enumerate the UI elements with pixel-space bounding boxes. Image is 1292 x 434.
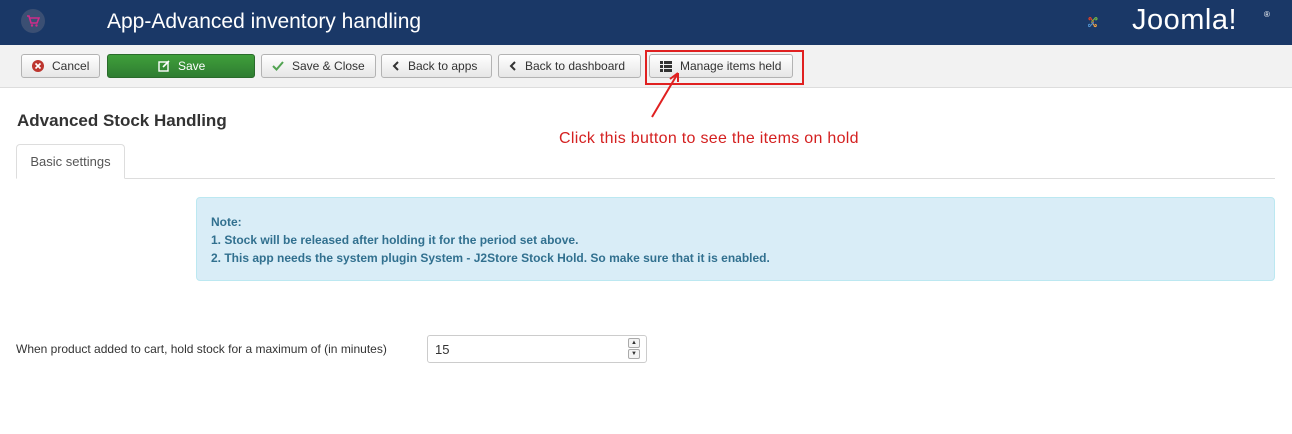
edit-icon: [158, 60, 170, 72]
hold-minutes-label: When product added to cart, hold stock f…: [16, 342, 387, 356]
note-title: Note:: [211, 215, 242, 229]
chevron-left-icon: [392, 61, 400, 71]
number-spinner: ▲ ▼: [628, 338, 640, 360]
hold-minutes-value: 15: [435, 341, 450, 357]
cancel-icon: [32, 60, 44, 72]
joomla-logo-text: Joomla!: [1132, 4, 1238, 36]
check-icon: [272, 61, 284, 71]
annotation-arrow-icon: [651, 72, 679, 118]
tabs-divider: [16, 178, 1275, 179]
registered-mark: ®: [1264, 10, 1270, 19]
info-note: Note: 1. Stock will be released after ho…: [196, 197, 1275, 281]
back-to-dashboard-button[interactable]: Back to dashboard: [498, 54, 641, 78]
annotation-text: Click this button to see the items on ho…: [559, 130, 859, 147]
app-title: App-Advanced inventory handling: [107, 10, 422, 33]
back-to-apps-button[interactable]: Back to apps: [381, 54, 492, 78]
cancel-button[interactable]: Cancel: [21, 54, 100, 78]
tab-basic-settings[interactable]: Basic settings: [16, 144, 125, 179]
chevron-left-icon: [509, 61, 517, 71]
save-close-button[interactable]: Save & Close: [261, 54, 376, 78]
back-to-apps-label: Back to apps: [408, 59, 478, 73]
back-to-dashboard-label: Back to dashboard: [525, 59, 626, 73]
shopping-cart-icon: [21, 9, 45, 33]
save-close-label: Save & Close: [292, 59, 365, 73]
hold-minutes-input[interactable]: 15 ▲ ▼: [427, 335, 647, 363]
cancel-label: Cancel: [52, 59, 90, 73]
spin-down-icon[interactable]: ▼: [628, 349, 640, 359]
top-header-bar: App-Advanced inventory handling Joomla! …: [0, 0, 1292, 45]
save-label: Save: [178, 59, 206, 73]
save-button[interactable]: Save: [107, 54, 255, 78]
page-title: Advanced Stock Handling: [17, 111, 227, 130]
spin-up-icon[interactable]: ▲: [628, 338, 640, 348]
joomla-logo-icon: [1088, 17, 1098, 28]
note-line-1: 1. Stock will be released after holding …: [211, 233, 579, 247]
note-line-2: 2. This app needs the system plugin Syst…: [211, 251, 770, 265]
